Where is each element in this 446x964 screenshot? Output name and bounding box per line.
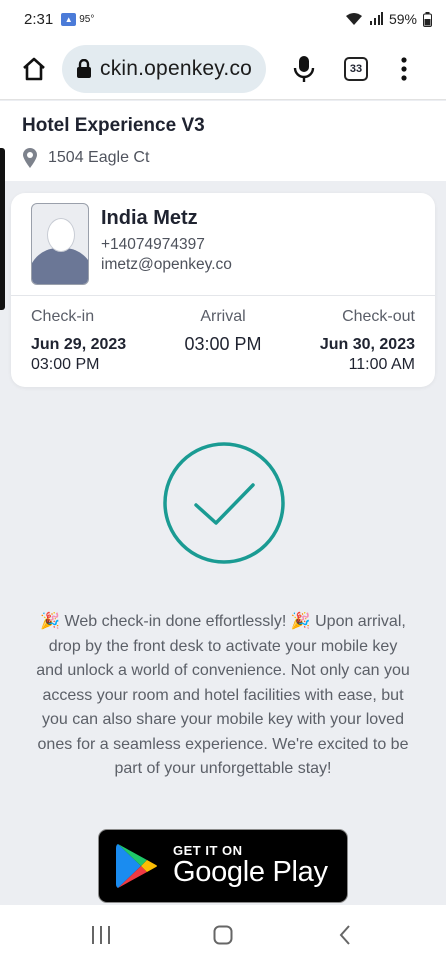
status-bar: 2:31 ▲ 95° 59% [0, 0, 446, 38]
guest-card: India Metz +14074974397 imetz@openkey.co… [11, 193, 435, 387]
stay-details: Check-in Jun 29, 2023 03:00 PM Arrival 0… [11, 296, 435, 374]
home-nav-icon [213, 925, 233, 944]
temperature: 95° [79, 13, 95, 25]
checkmark-icon [163, 442, 285, 564]
lock-icon [77, 58, 91, 78]
home-button[interactable] [14, 49, 54, 89]
location-pin-icon [23, 148, 37, 168]
checkout-label: Check-out [342, 308, 415, 325]
wifi-icon [345, 13, 362, 25]
menu-button[interactable] [384, 49, 424, 89]
browser-toolbar: ckin.openkey.co 33 [0, 38, 446, 100]
hotel-address-text: 1504 Eagle Ct [48, 149, 150, 166]
google-play-button[interactable]: GET IT ON Google Play [98, 829, 348, 903]
google-play-big: Google Play [173, 856, 328, 888]
avatar-body [32, 248, 88, 284]
tabs-icon: 33 [344, 56, 368, 81]
battery-percent: 59% [388, 11, 417, 27]
address-bar[interactable]: ckin.openkey.co [62, 44, 266, 93]
voice-search-button[interactable] [284, 49, 324, 89]
guest-name: India Metz [101, 207, 198, 229]
url-text: ckin.openkey.co [100, 56, 253, 80]
google-play-icon [116, 844, 157, 888]
recents-button[interactable] [81, 915, 121, 955]
checkin-date: Jun 29, 2023 [31, 336, 127, 353]
home-nav-button[interactable] [203, 915, 243, 955]
checkout-time: 11:00 AM [348, 356, 415, 373]
checkout-block: Check-out Jun 30, 2023 11:00 AM [320, 308, 415, 374]
hotel-header: Hotel Experience V3 1504 Eagle Ct [0, 101, 446, 181]
checkout-date: Jun 30, 2023 [319, 336, 415, 353]
mic-icon [293, 55, 315, 82]
back-button[interactable] [325, 915, 365, 955]
arrival-time: 03:00 PM [184, 334, 262, 354]
checkin-message: 🎉 Web check-in done effortlessly! 🎉 Upon… [36, 613, 410, 777]
hotel-address: 1504 Eagle Ct [22, 147, 424, 169]
status-time: 2:31 [24, 10, 54, 28]
weather-indicator: ▲ 95° [61, 12, 95, 26]
back-icon [339, 924, 350, 945]
guest-info: India Metz +14074974397 imetz@openkey.co [101, 203, 232, 285]
checkin-block: Check-in Jun 29, 2023 03:00 PM [31, 308, 126, 374]
checkin-time: 03:00 PM [31, 356, 100, 373]
battery-icon [423, 11, 432, 27]
edge-handle[interactable] [0, 148, 5, 310]
checkin-label: Check-in [31, 308, 95, 325]
hotel-name: Hotel Experience V3 [22, 115, 205, 136]
home-icon [23, 57, 45, 80]
signal-icon [369, 12, 383, 25]
guest-phone: +14074974397 [101, 236, 205, 253]
avatar-head [47, 218, 75, 252]
avatar [31, 203, 89, 285]
more-vert-icon [401, 56, 407, 81]
status-right: 59% [345, 11, 432, 27]
system-nav-bar [0, 905, 446, 964]
tabs-button[interactable]: 33 [336, 49, 376, 89]
recents-icon [92, 925, 110, 944]
arrival-block: Arrival 03:00 PM [184, 308, 261, 374]
arrival-label: Arrival [200, 308, 246, 325]
weather-icon: ▲ [61, 12, 77, 26]
google-play-text: GET IT ON Google Play [173, 843, 328, 889]
guest-email: imetz@openkey.co [101, 256, 232, 273]
guest-details: India Metz +14074974397 imetz@openkey.co [11, 193, 435, 296]
